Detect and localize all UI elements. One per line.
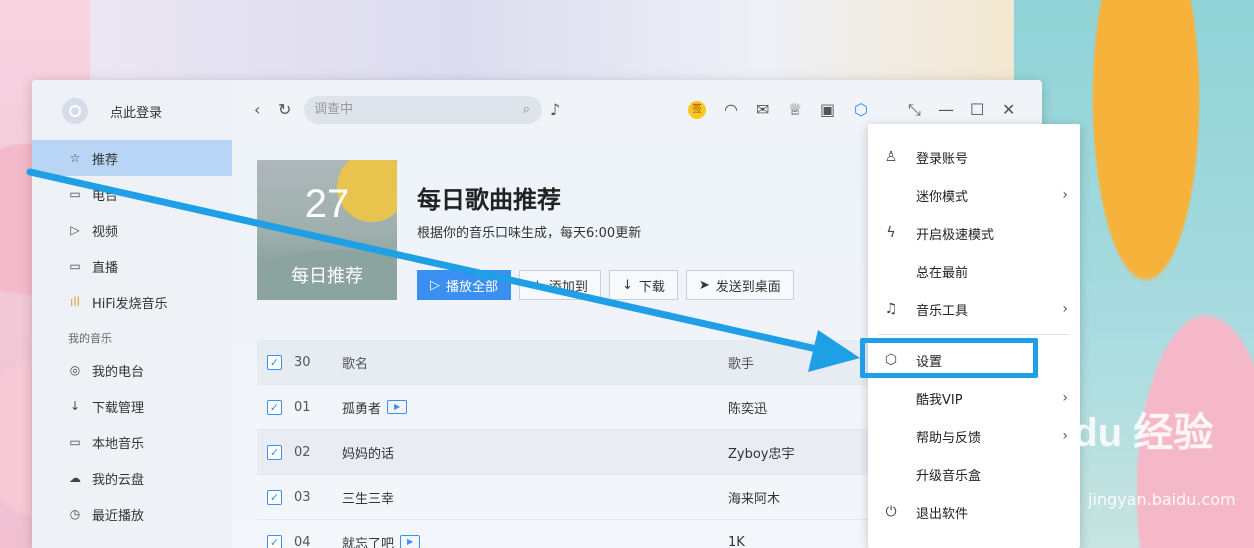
baidu-watermark-logo: Bai du 经验 xyxy=(1000,411,1214,455)
annotation-arrow xyxy=(26,168,860,372)
baidu-watermark-url: jingyan.baidu.com xyxy=(1088,490,1236,509)
